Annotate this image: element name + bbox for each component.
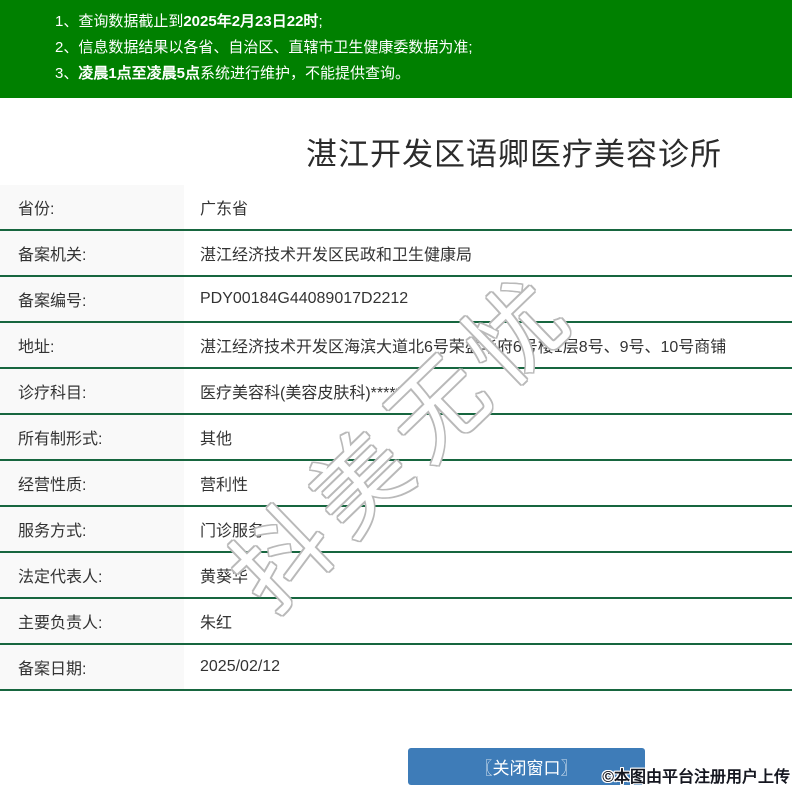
row-value: 黄葵华 bbox=[200, 569, 249, 586]
row-value: 湛江经济技术开发区海滨大道北6号荣盛华府6号楼1层8号、9号、10号商铺 bbox=[200, 339, 727, 356]
table-row-legal-representative: 法定代表人: 黄葵华 bbox=[0, 553, 792, 599]
row-label: 备案机关: bbox=[0, 231, 184, 275]
notice-2-text: 2、信息数据结果以各省、自治区、直辖市卫生健康委数据为准; bbox=[55, 39, 473, 56]
row-label: 主要负责人: bbox=[0, 599, 184, 643]
row-value: 其他 bbox=[200, 431, 233, 448]
table-row-province: 省份: 广东省 bbox=[0, 185, 792, 231]
notice-3-bold: 凌晨1点至凌晨5点 bbox=[78, 65, 201, 82]
page-title: 湛江开发区语卿医疗美容诊所 bbox=[306, 137, 722, 172]
row-value: 医疗美容科(美容皮肤科)****** bbox=[200, 385, 409, 402]
notice-3-text: 3、 bbox=[55, 65, 79, 82]
notice-1-text: 1、查询数据截止到 bbox=[55, 13, 184, 30]
row-label: 备案编号: bbox=[0, 277, 184, 321]
row-value: 营利性 bbox=[200, 477, 249, 494]
row-value: PDY00184G44089017D2212 bbox=[200, 290, 409, 307]
notice-line-1: 1、查询数据截止到2025年2月23日22时; bbox=[55, 9, 792, 35]
notice-bar: 1、查询数据截止到2025年2月23日22时; 2、信息数据结果以各省、自治区、… bbox=[0, 0, 792, 98]
table-row-service-mode: 服务方式: 门诊服务 bbox=[0, 507, 792, 553]
row-label: 备案日期: bbox=[0, 645, 184, 689]
table-row-treatment-subjects: 诊疗科目: 医疗美容科(美容皮肤科)****** bbox=[0, 369, 792, 415]
row-value: 2025/02/12 bbox=[200, 658, 281, 675]
row-label: 省份: bbox=[0, 185, 184, 229]
row-label: 诊疗科目: bbox=[0, 369, 184, 413]
table-row-address: 地址: 湛江经济技术开发区海滨大道北6号荣盛华府6号楼1层8号、9号、10号商铺 bbox=[0, 323, 792, 369]
notice-3-post: 系统进行维护，不能提供查询。 bbox=[200, 65, 411, 82]
row-label: 经营性质: bbox=[0, 461, 184, 505]
notice-1-post: ; bbox=[318, 13, 323, 30]
row-label: 地址: bbox=[0, 323, 184, 367]
notice-line-2: 2、信息数据结果以各省、自治区、直辖市卫生健康委数据为准; bbox=[55, 35, 792, 61]
table-row-principal-person: 主要负责人: 朱红 bbox=[0, 599, 792, 645]
table-row-ownership-form: 所有制形式: 其他 bbox=[0, 415, 792, 461]
table-row-filing-authority: 备案机关: 湛江经济技术开发区民政和卫生健康局 bbox=[0, 231, 792, 277]
platform-upload-credit: ©本图由平台注册用户上传 bbox=[602, 769, 790, 786]
notice-1-bold: 2025年2月23日22时 bbox=[183, 13, 319, 30]
row-label: 法定代表人: bbox=[0, 553, 184, 597]
notice-line-3: 3、凌晨1点至凌晨5点系统进行维护，不能提供查询。 bbox=[55, 61, 792, 87]
row-value: 门诊服务 bbox=[200, 523, 265, 540]
row-value: 广东省 bbox=[200, 201, 249, 218]
table-row-filing-date: 备案日期: 2025/02/12 bbox=[0, 645, 792, 691]
row-value: 朱红 bbox=[200, 615, 233, 632]
table-row-business-nature: 经营性质: 营利性 bbox=[0, 461, 792, 507]
row-label: 所有制形式: bbox=[0, 415, 184, 459]
records-table: 省份: 广东省 备案机关: 湛江经济技术开发区民政和卫生健康局 备案编号: PD… bbox=[0, 185, 792, 691]
row-label: 服务方式: bbox=[0, 507, 184, 551]
table-row-filing-number: 备案编号: PDY00184G44089017D2212 bbox=[0, 277, 792, 323]
row-value: 湛江经济技术开发区民政和卫生健康局 bbox=[200, 247, 473, 264]
